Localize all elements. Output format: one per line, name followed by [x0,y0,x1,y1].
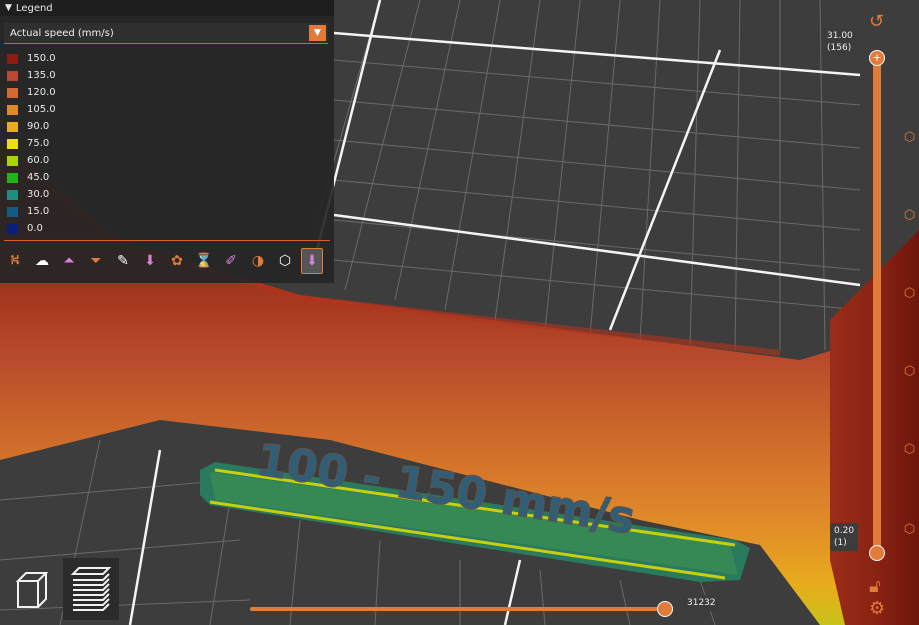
tick-marker-icon[interactable]: ⬡ [903,209,916,222]
legend-toolbar: ⛕ ☁ ⏶ ⏷ ✎ ⬇ ✿ ⌛ ✐ ◑ ⬡ ⬇ [4,248,328,274]
travel-icon[interactable]: ⛕ [4,248,26,274]
legend-color-swatch [7,53,18,64]
legend-item-label: 45.0 [27,172,50,183]
seams-icon[interactable]: ✎ [112,248,134,274]
tick-marker-icon[interactable]: ⬡ [903,443,916,456]
retractions-icon[interactable]: ⏶ [58,248,80,274]
legend-color-swatch [7,138,18,149]
legend-item-label: 0.0 [27,223,43,234]
revert-icon[interactable]: ↺ [869,13,884,31]
legend-divider [4,240,330,241]
view-layers-button[interactable] [63,558,119,620]
legend-color-swatch [7,70,18,81]
legend-item: 15.0 [7,203,56,220]
view-type-select[interactable]: Actual speed (mm/s) ▼ [4,23,328,44]
legend-items: 150.0 135.0 120.0 105.0 90.0 75.0 60.0 45.0 30.0… [7,50,56,237]
legend-color-swatch [7,172,18,183]
legend-item: 60.0 [7,152,56,169]
lock-open-icon[interactable]: 🔓︎ [869,578,881,596]
bottom-layer-thumb[interactable] [869,545,885,561]
plus-icon: + [872,51,882,64]
legend-item-label: 75.0 [27,138,50,149]
tick-marker-icon[interactable]: ⬡ [903,287,916,300]
top-layer-number: (156) [827,43,852,53]
tool-marker-icon[interactable]: ⬇ [301,248,323,274]
legend-color-swatch [7,121,18,132]
legend-item: 30.0 [7,186,56,203]
legend-panel: ▼ Legend Actual speed (mm/s) ▼ 150.0 135.… [0,0,334,283]
bottom-layer-number: (1) [834,538,847,548]
legend-item-label: 150.0 [27,53,56,64]
center-of-gravity-icon[interactable]: ◑ [247,248,269,274]
legend-color-swatch [7,104,18,115]
pause-prints-icon[interactable]: ⌛ [193,248,215,274]
top-layer-tag: 31.00 (156) [823,28,857,56]
settings-cog-icon[interactable]: ⚙ [869,600,885,618]
tick-marker-icon[interactable]: ⬡ [903,365,916,378]
legend-color-swatch [7,189,18,200]
legend-color-swatch [7,155,18,166]
legend-title: Legend [15,2,53,14]
legend-item: 0.0 [7,220,56,237]
legend-color-swatch [7,87,18,98]
shells-icon[interactable]: ⬡ [274,248,296,274]
moves-slider-thumb[interactable] [657,601,673,617]
layers-slider-track[interactable] [873,58,881,554]
color-changes-icon[interactable]: ✿ [166,248,188,274]
legend-color-swatch [7,206,18,217]
legend-item: 135.0 [7,67,56,84]
tick-marker-icon[interactable]: ⬡ [903,523,916,536]
tick-marker-icon[interactable]: ⬡ [903,131,916,144]
custom-gcodes-icon[interactable]: ✐ [220,248,242,274]
collapse-triangle-icon[interactable]: ▼ [5,3,12,13]
chevron-down-icon[interactable]: ▼ [309,25,326,41]
legend-item: 105.0 [7,101,56,118]
legend-item: 90.0 [7,118,56,135]
legend-header[interactable]: ▼ Legend [0,0,334,16]
legend-item: 120.0 [7,84,56,101]
legend-item-label: 120.0 [27,87,56,98]
top-layer-height: 31.00 [827,31,853,41]
moves-slider-track[interactable] [250,607,666,611]
legend-item-label: 90.0 [27,121,50,132]
stacked-layers-icon [70,567,112,611]
legend-item-label: 15.0 [27,206,50,217]
bottom-layer-tag: 0.20 (1) [830,523,859,551]
deretractions-icon[interactable]: ⏷ [85,248,107,274]
moves-slider-value: 31232 [683,595,720,611]
tool-changes-icon[interactable]: ⬇ [139,248,161,274]
legend-item-label: 60.0 [27,155,50,166]
cube-icon [15,572,49,608]
top-layer-thumb[interactable]: + [869,50,885,66]
legend-item: 150.0 [7,50,56,67]
bottom-layer-height: 0.20 [834,526,855,536]
legend-item-label: 105.0 [27,104,56,115]
wipe-icon[interactable]: ☁ [31,248,53,274]
view-type-value: Actual speed (mm/s) [10,27,114,39]
legend-item-label: 135.0 [27,70,56,81]
legend-color-swatch [7,223,18,234]
view-3d-button[interactable] [4,560,60,622]
legend-item: 75.0 [7,135,56,152]
legend-item-label: 30.0 [27,189,50,200]
legend-item: 45.0 [7,169,56,186]
